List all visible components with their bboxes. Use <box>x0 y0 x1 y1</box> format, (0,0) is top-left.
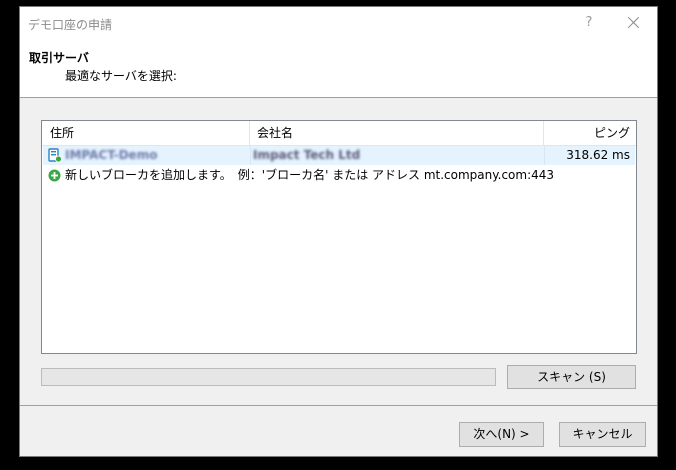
help-button[interactable]: ? <box>579 14 599 32</box>
add-broker-row[interactable]: 新しいブローカを追加します。 例：'ブローカ名' または アドレス mt.com… <box>43 166 635 185</box>
server-row[interactable]: IMPACT-Demo Impact Tech Ltd 318.62 ms <box>43 146 635 165</box>
close-icon[interactable] <box>625 14 643 32</box>
column-header-ping[interactable]: ピング <box>544 121 636 145</box>
add-icon <box>48 169 61 182</box>
row-separator <box>250 146 251 165</box>
header-subtitle: 最適なサーバを選択: <box>65 69 177 83</box>
scan-progress-bar <box>41 368 496 386</box>
dialog-window: デモ口座の申請 ? 取引サーバ 最適なサーバを選択: 住所 会社名 ピング IM… <box>19 6 658 457</box>
column-header-company[interactable]: 会社名 <box>250 121 544 145</box>
title-bar[interactable]: デモ口座の申請 ? <box>20 7 657 39</box>
server-ping: 318.62 ms <box>566 148 630 162</box>
column-header-address[interactable]: 住所 <box>42 121 250 145</box>
row-separator <box>544 146 545 165</box>
server-icon <box>48 148 62 163</box>
cancel-button[interactable]: キャンセル <box>559 422 646 447</box>
window-title: デモ口座の申請 <box>28 18 113 32</box>
scan-button[interactable]: スキャン (S) <box>507 365 636 389</box>
footer-divider <box>20 405 657 406</box>
list-header: 住所 会社名 ピング <box>42 121 636 146</box>
header-panel: 取引サーバ 最適なサーバを選択: <box>20 39 657 98</box>
server-company: Impact Tech Ltd <box>253 148 361 162</box>
header-title: 取引サーバ <box>29 51 89 65</box>
server-address: IMPACT-Demo <box>65 148 158 162</box>
add-broker-text: 新しいブローカを追加します。 例：'ブローカ名' または アドレス mt.com… <box>65 168 555 182</box>
next-button[interactable]: 次へ(N) > <box>459 422 544 447</box>
server-list[interactable]: 住所 会社名 ピング IMPACT-Demo Impact Tech Ltd 3… <box>41 120 637 354</box>
